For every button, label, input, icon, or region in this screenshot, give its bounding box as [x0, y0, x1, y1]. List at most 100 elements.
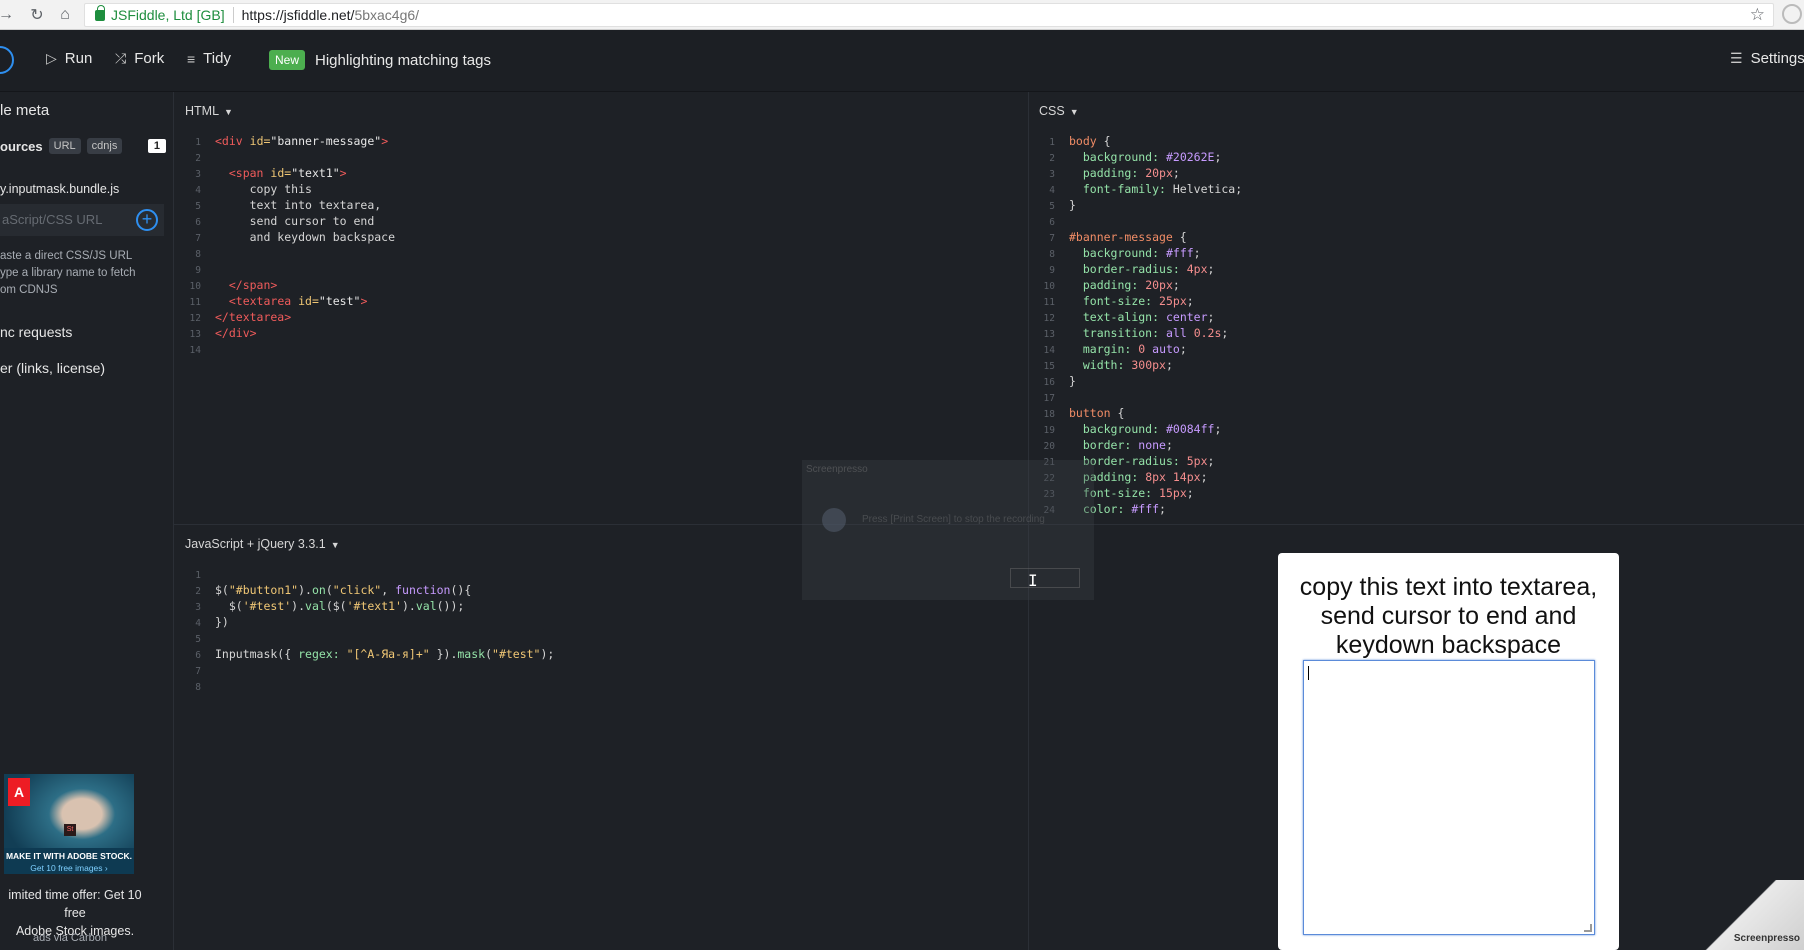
- code-line: 3 $('#test').val($('#text1').val());: [195, 599, 465, 613]
- resource-file[interactable]: y.inputmask.bundle.js: [0, 182, 119, 196]
- code-line: 2 background: #20262E;: [1049, 150, 1222, 164]
- ad-strip: MAKE IT WITH ADOBE STOCK. Get 10 free im…: [4, 848, 134, 874]
- result-banner-message: copy this text into textarea, send curso…: [1278, 553, 1619, 950]
- html-code[interactable]: 1 <div id="banner-message"> 2 3 <span id=…: [185, 133, 395, 357]
- code-line: 14: [189, 345, 201, 356]
- fork-button[interactable]: ⤮ Fork: [115, 50, 164, 67]
- html-panel-title[interactable]: HTML ▼: [185, 104, 233, 118]
- sliders-icon: ☰: [1730, 50, 1743, 66]
- other-section[interactable]: er (links, license): [0, 360, 105, 376]
- code-line: 20 border: none;: [1043, 438, 1173, 452]
- url-path: 5bxac4g6/: [354, 7, 420, 23]
- resources-count: 1: [147, 139, 166, 153]
- code-line: 11 font-size: 25px;: [1043, 294, 1194, 308]
- site-identity: JSFiddle, Ltd [GB]: [111, 7, 225, 23]
- cdnjs-pill[interactable]: cdnjs: [86, 138, 123, 154]
- hint-line: ype a library name to fetch: [0, 267, 136, 279]
- resources-section[interactable]: ources URL cdnjs 1: [0, 138, 166, 154]
- caret-down-icon: ▼: [1069, 107, 1079, 117]
- result-textarea[interactable]: [1303, 660, 1595, 935]
- hint-line: om CDNJS: [0, 284, 58, 296]
- ads-via-carbon[interactable]: ads via Carbon: [0, 932, 140, 944]
- ad-strip-title: MAKE IT WITH ADOBE STOCK.: [5, 851, 133, 861]
- ad-image[interactable]: A St MAKE IT WITH ADOBE STOCK. Get 10 fr…: [4, 774, 134, 874]
- code-line: 7 #banner-message {: [1049, 230, 1187, 244]
- fork-icon: ⤮: [115, 50, 127, 66]
- back-icon[interactable]: →: [0, 2, 12, 28]
- adobe-logo-icon: A: [8, 778, 30, 806]
- code-line: 3 padding: 20px;: [1049, 166, 1180, 180]
- home-icon[interactable]: ⌂: [52, 2, 78, 28]
- code-line: 17: [1043, 393, 1055, 404]
- code-line: 1 body {: [1049, 134, 1111, 148]
- tidy-button[interactable]: ≡ Tidy: [187, 50, 231, 67]
- reload-icon[interactable]: ↻: [24, 2, 50, 28]
- html-title-label: HTML: [185, 104, 220, 118]
- code-line: 12 </textarea>: [189, 310, 292, 324]
- jsfiddle-logo-icon[interactable]: [0, 46, 14, 74]
- feature-label: Highlighting matching tags: [315, 51, 491, 69]
- code-line: 6: [1049, 217, 1055, 228]
- run-label: Run: [64, 50, 93, 67]
- url-host: https://jsfiddle.net/: [241, 7, 355, 23]
- address-bar[interactable]: JSFiddle, Ltd [GB] https://jsfiddle.net/…: [84, 3, 1774, 27]
- code-line: 1: [195, 570, 201, 581]
- url-pill[interactable]: URL: [48, 138, 81, 154]
- code-line: 8: [195, 682, 201, 693]
- fiddle-meta-section[interactable]: le meta: [0, 102, 49, 119]
- watermark-label: Screenpresso: [1733, 933, 1800, 944]
- sidebar: le meta ources URL cdnjs 1 y.inputmask.b…: [0, 92, 174, 950]
- code-line: 16}: [1043, 374, 1076, 388]
- result-text: copy this text into textarea, send curso…: [1299, 573, 1598, 659]
- js-title-label: JavaScript + jQuery 3.3.1: [185, 537, 326, 551]
- code-line: 9 border-radius: 4px;: [1049, 262, 1215, 276]
- code-line: 7 and keydown backspace: [195, 230, 396, 244]
- run-button[interactable]: ▷ Run: [46, 50, 92, 67]
- extension-icon[interactable]: [1782, 4, 1802, 24]
- code-line: 10 </span>: [189, 278, 278, 292]
- settings-label: Settings: [1750, 50, 1804, 67]
- new-badge: New: [269, 50, 306, 70]
- resource-url-input[interactable]: aScript/CSS URL +: [0, 204, 164, 236]
- code-line: 13 transition: all 0.2s;: [1043, 326, 1229, 340]
- code-line: 4 copy this: [195, 182, 312, 196]
- divider: [232, 7, 234, 23]
- feature-announcement[interactable]: New Highlighting matching tags: [269, 50, 491, 70]
- add-resource-icon[interactable]: +: [136, 209, 158, 231]
- js-code[interactable]: 1 2 $("#button1").on("click", function(){…: [185, 566, 554, 694]
- css-panel-title[interactable]: CSS ▼: [1039, 104, 1079, 118]
- bookmark-star-icon[interactable]: ☆: [1750, 5, 1765, 25]
- code-line: 14 margin: 0 auto;: [1043, 342, 1187, 356]
- text-cursor-icon: I: [1028, 571, 1038, 590]
- play-icon: ▷: [46, 50, 57, 66]
- code-line: 11 <textarea id="test">: [189, 294, 368, 308]
- resources-label: ources: [0, 138, 43, 154]
- settings-button[interactable]: ☰ Settings: [1730, 50, 1804, 67]
- code-line: 6 send cursor to end: [195, 214, 375, 228]
- horizontal-divider[interactable]: [1028, 524, 1804, 525]
- text-caret: [1308, 666, 1309, 680]
- app-toolbar: ▷ Run ⤮ Fork ≡ Tidy New Highlighting mat…: [0, 30, 1804, 92]
- code-line: 15 width: 300px;: [1043, 358, 1173, 372]
- code-line: 13 </div>: [189, 326, 257, 340]
- code-line: 5 text into textarea,: [195, 198, 382, 212]
- code-line: 5}: [1049, 198, 1076, 212]
- ad-strip-sub: Get 10 free images ›: [30, 863, 108, 873]
- stock-badge: St: [64, 824, 76, 836]
- code-line: 4 font-family: Helvetica;: [1049, 182, 1243, 196]
- code-line: 4}): [195, 615, 229, 629]
- code-line: 10 padding: 20px;: [1043, 278, 1180, 292]
- js-panel-title[interactable]: JavaScript + jQuery 3.3.1 ▼: [185, 537, 340, 551]
- screenpresso-watermark: Screenpresso: [1694, 880, 1804, 950]
- browser-bar: → ↻ ⌂ JSFiddle, Ltd [GB] https://jsfiddl…: [0, 0, 1804, 30]
- async-requests-section[interactable]: nc requests: [0, 324, 72, 340]
- overlay-title: Screenpresso: [806, 464, 868, 475]
- fork-label: Fork: [134, 50, 165, 67]
- code-line: 3 <span id="text1">: [195, 166, 347, 180]
- resize-handle-icon[interactable]: [1584, 924, 1592, 932]
- code-line: 5: [195, 634, 201, 645]
- css-panel[interactable]: CSS ▼ 1 body { 2 background: #20262E; 3 pa…: [1029, 92, 1804, 524]
- info-icon: [822, 508, 846, 532]
- caret-down-icon: ▼: [224, 107, 233, 117]
- overlay-button[interactable]: [1010, 568, 1080, 588]
